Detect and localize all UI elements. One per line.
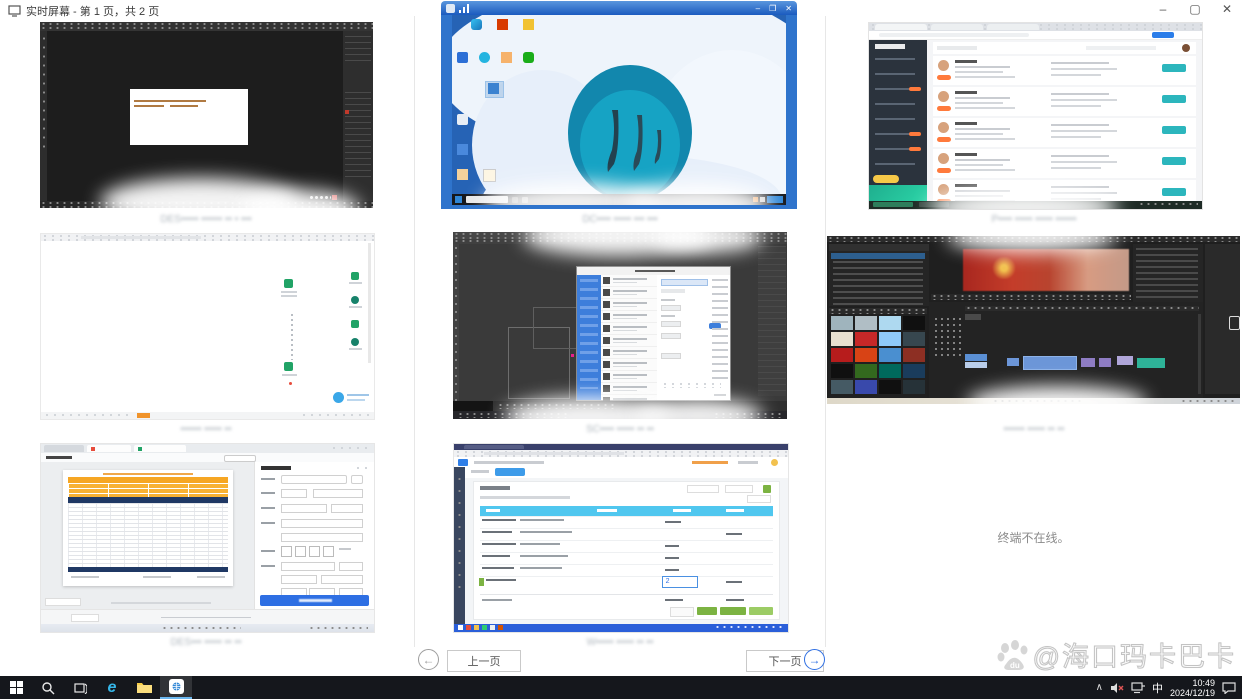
settings-dialog[interactable] xyxy=(576,266,731,401)
ie-icon: e xyxy=(108,680,117,696)
ps-document xyxy=(130,89,248,145)
remote-restore-button[interactable]: ❐ xyxy=(769,4,776,13)
start-button[interactable] xyxy=(0,676,32,699)
system-tray: ∧ 中 10:49 2024/12/19 xyxy=(1096,678,1242,698)
taskbar-search-button[interactable] xyxy=(32,676,64,699)
print-preview-sheet xyxy=(63,470,233,586)
offline-message: 终端不在线。 xyxy=(827,529,1240,546)
thumbnail-3dsmax[interactable] xyxy=(453,232,787,419)
column-divider xyxy=(825,16,826,647)
volume-muted-icon[interactable] xyxy=(1110,682,1124,694)
thumbnail-boss-site[interactable] xyxy=(868,22,1203,210)
window-maximize-button[interactable]: ▢ xyxy=(1186,2,1204,16)
action-center-icon[interactable] xyxy=(1222,682,1236,694)
print-settings-panel xyxy=(254,462,374,610)
next-page-icon[interactable]: → xyxy=(804,649,825,670)
network-icon[interactable] xyxy=(1131,682,1145,694)
signal-bars-icon xyxy=(459,4,471,13)
remote-desktop-content[interactable] xyxy=(452,15,786,205)
windows-logo-icon xyxy=(10,681,23,694)
taskbar-clock[interactable]: 10:49 2024/12/19 xyxy=(1170,678,1215,698)
tray-chevron-icon[interactable]: ∧ xyxy=(1096,682,1103,693)
taskbar-time: 10:49 xyxy=(1170,678,1215,688)
remote-close-button[interactable]: ✕ xyxy=(785,4,792,13)
print-button[interactable] xyxy=(260,595,369,606)
thumbnail-caption: DC•••• ••••• ••• ••• xyxy=(470,214,770,225)
thumbnail-blank-page[interactable] xyxy=(40,233,375,420)
pagination: ← 上一页 下一页 → xyxy=(0,649,1242,675)
remote-minimize-button[interactable]: – xyxy=(756,4,760,13)
prev-page-button[interactable]: 上一页 xyxy=(447,650,521,672)
column-divider xyxy=(414,16,415,647)
thumbnail-photoshop[interactable] xyxy=(40,22,373,208)
active-app-button[interactable] xyxy=(160,676,192,699)
thumbnail-caption: W••••• ••••• •• •• xyxy=(470,637,770,648)
windows-taskbar: e ∧ 中 10:49 2024/12/19 xyxy=(0,676,1242,699)
thumbnail-wps-print[interactable] xyxy=(40,443,375,633)
thumbnail-caption: DES••• ••••• •• •• xyxy=(56,637,356,648)
boss-sidebar xyxy=(869,40,927,201)
internet-explorer-button[interactable]: e xyxy=(96,676,128,699)
monitor-icon xyxy=(8,5,21,17)
prev-page-icon[interactable]: ← xyxy=(418,649,439,670)
page-title-bar: 实时屏幕 - 第 1 页，共 2 页 xyxy=(8,3,159,19)
search-icon xyxy=(41,681,55,695)
remote-app-icon xyxy=(169,679,184,694)
desktop-icons xyxy=(457,19,527,179)
taskbar-date: 2024/12/19 xyxy=(1170,688,1215,698)
remote-window-titlebar[interactable]: – ❐ ✕ xyxy=(441,1,797,15)
folder-icon xyxy=(137,682,152,694)
task-view-button[interactable] xyxy=(64,676,96,699)
remote-desktop-window[interactable]: – ❐ ✕ xyxy=(441,1,797,209)
ime-indicator[interactable]: 中 xyxy=(1152,680,1163,696)
remote-window-icon xyxy=(446,4,455,13)
page-title: 实时屏幕 - 第 1 页，共 2 页 xyxy=(26,3,159,19)
task-view-icon xyxy=(73,682,87,694)
video-preview xyxy=(963,249,1129,291)
remote-taskbar xyxy=(452,194,786,205)
thumbnail-caption: •••••• ••••• •• •• xyxy=(884,424,1184,435)
thumbnail-caption: SC•••• ••••• •• •• xyxy=(470,424,770,435)
window-minimize-button[interactable]: – xyxy=(1154,2,1172,16)
thumbnail-accounting-app[interactable]: 2 xyxy=(453,443,789,633)
thumbnail-caption: P•••• ••••• ••••• •••••• xyxy=(884,214,1184,225)
thumbnail-caption: DES••••• •••••• •• • ••• xyxy=(56,214,356,225)
voucher-card: 2 xyxy=(473,481,780,620)
thumbnail-offline[interactable]: 终端不在线。 xyxy=(827,443,1240,631)
window-close-button[interactable]: ✕ xyxy=(1218,2,1236,16)
thumbnail-premiere[interactable] xyxy=(827,236,1240,404)
thumbnail-caption: •••••• ••••• •• xyxy=(56,424,356,435)
file-explorer-button[interactable] xyxy=(128,676,160,699)
